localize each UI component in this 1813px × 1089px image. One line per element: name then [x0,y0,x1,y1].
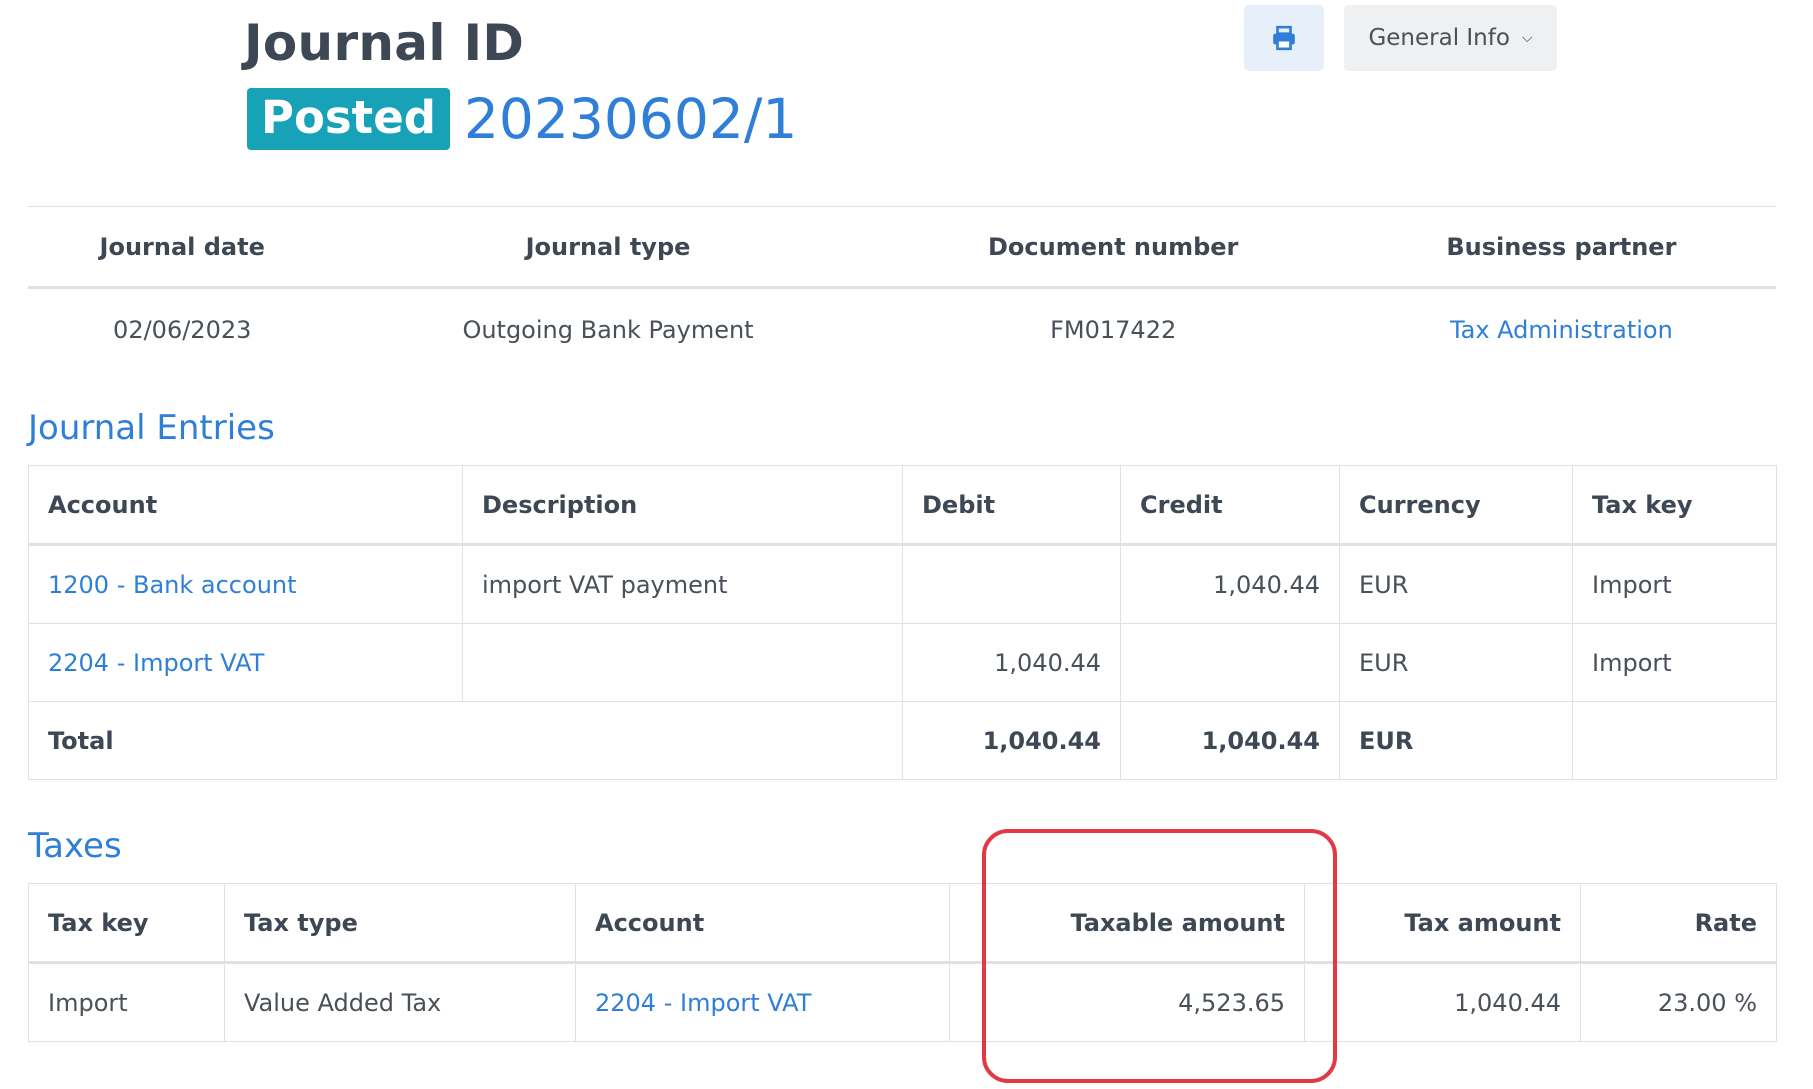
print-button[interactable] [1244,5,1324,71]
currency-cell: EUR [1339,623,1573,702]
table-row: Import Value Added Tax 2204 - Import VAT… [28,962,1777,1042]
journal-entries-table: Account Description Debit Credit Currenc… [28,465,1777,780]
column-header: Rate [1580,883,1777,964]
tax-amount-cell: 1,040.44 [1304,962,1581,1042]
total-label: Total [28,701,903,780]
column-header: Tax amount [1304,883,1581,964]
journal-page: Journal ID Posted 20230602/1 General Inf… [0,0,1813,1089]
journal-id: 20230602/1 [463,87,798,151]
info-header: Journal type [336,207,880,289]
chevron-down-icon: ⌵ [1521,30,1533,46]
taxes-title: Taxes [28,826,122,866]
general-info-label: General Info [1368,25,1510,51]
table-row: 2204 - Import VAT 1,040.44 EUR Import [28,623,1777,702]
journal-type: Outgoing Bank Payment [462,316,754,344]
info-header: Journal date [28,207,337,289]
debit-cell [902,544,1121,624]
taxable-amount-cell: 4,523.65 [949,962,1305,1042]
journal-date: 02/06/2023 [113,316,252,344]
column-header: Tax type [224,883,576,964]
tax-account-link[interactable]: 2204 - Import VAT [575,962,950,1042]
journal-entries-title: Journal Entries [28,408,275,448]
column-header: Tax key [28,883,225,964]
description-cell [462,623,903,702]
tax-key-cell: Import [28,962,225,1042]
column-header: Debit [902,465,1121,546]
credit-cell: 1,040.44 [1120,544,1340,624]
total-credit: 1,040.44 [1120,701,1340,780]
total-row: Total 1,040.44 1,040.44 EUR [28,701,1777,780]
general-info-dropdown[interactable]: General Info ⌵ [1344,5,1557,71]
page-title: Journal ID [244,14,525,72]
total-debit: 1,040.44 [902,701,1121,780]
column-header: Currency [1339,465,1573,546]
taxes-table: Tax key Tax type Account Taxable amount … [28,883,1777,1042]
currency-cell: EUR [1339,544,1573,624]
debit-cell: 1,040.44 [902,623,1121,702]
column-header: Account [575,883,950,964]
account-link[interactable]: 2204 - Import VAT [28,623,463,702]
status-line: Posted 20230602/1 [247,88,797,150]
table-row: 1200 - Bank account import VAT payment 1… [28,544,1777,624]
rate-cell: 23.00 % [1580,962,1777,1042]
printer-icon [1273,25,1295,51]
empty-cell [1572,701,1777,780]
description-cell: import VAT payment [462,544,903,624]
column-header: Credit [1120,465,1340,546]
credit-cell [1120,623,1340,702]
business-partner-link[interactable]: Tax Administration [1347,288,1776,372]
document-number: FM017422 [1050,316,1177,344]
journal-info-table: Journal date Journal type Document numbe… [28,207,1776,371]
status-badge: Posted [247,88,450,150]
tax-type-cell: Value Added Tax [224,962,576,1042]
account-link[interactable]: 1200 - Bank account [28,544,463,624]
info-header: Document number [879,207,1347,289]
tax-key-cell: Import [1572,623,1777,702]
column-header: Description [462,465,903,546]
total-currency: EUR [1339,701,1573,780]
column-header: Taxable amount [949,883,1305,964]
column-header: Tax key [1572,465,1777,546]
tax-key-cell: Import [1572,544,1777,624]
column-header: Account [28,465,463,546]
info-header: Business partner [1346,207,1776,289]
